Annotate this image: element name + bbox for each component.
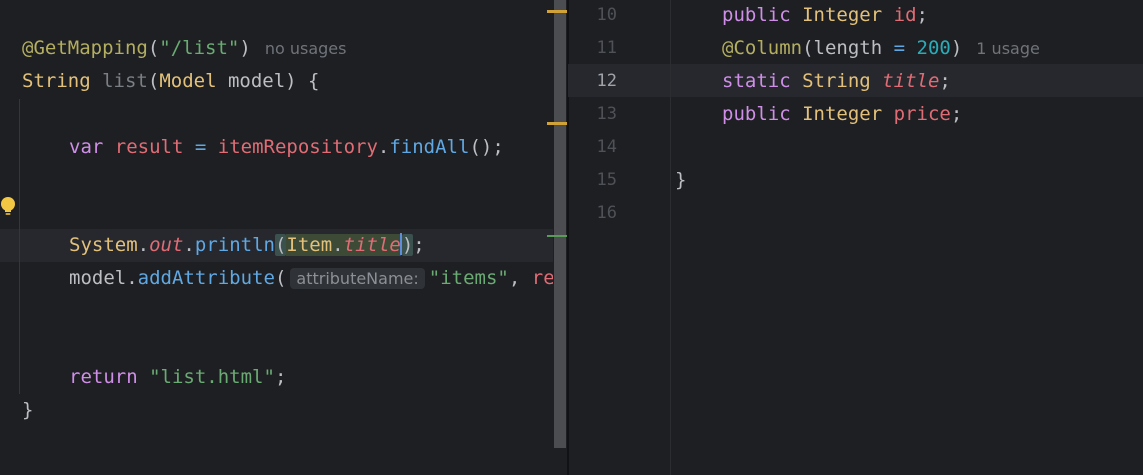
string-type: String [802,70,871,92]
price-field: price [893,103,951,125]
paren-open: ( [147,37,160,59]
paren-open: ( [274,267,287,289]
line-number: 14 [596,137,617,157]
length-param: length [813,37,883,59]
code-line-id-field[interactable]: public Integer id; [722,0,928,32]
dot: . [126,267,138,289]
param-type: Model [159,70,217,92]
method-name: list [102,70,148,92]
paren-close-matched: ) [401,234,414,256]
line-number: 13 [596,104,617,124]
code-line-add-attribute[interactable]: model.addAttribute(attributeName: "items"… [69,262,555,295]
paren-close: ) [239,37,251,59]
warning-marker[interactable] [547,122,567,125]
out-field: out [149,234,184,256]
findall-call: findAll [389,136,470,158]
item-repository-field: itemRepository [217,136,378,158]
code-line-column-annotation[interactable]: @Column(length = 200) 1 usage [722,32,1040,65]
addattribute-call: addAttribute [137,267,275,289]
static-keyword: static [722,70,791,92]
line-number: 11 [596,38,617,58]
scrollbar-thumb[interactable] [554,0,566,448]
id-field: id [893,4,917,26]
item-class: Item [286,234,333,256]
code-line-return[interactable]: return "list.html"; [69,361,286,394]
param-name: model [227,70,286,92]
annotation-getmapping: @GetMapping [22,37,148,59]
semicolon: ; [916,4,928,26]
system-class: System [69,234,138,256]
view-name-string: "list.html" [149,366,275,388]
usages-inlay-hint[interactable]: 1 usage [976,39,1040,58]
code-line-annotation[interactable]: @GetMapping("/list") no usages [22,32,346,65]
public-keyword: public [722,4,791,26]
integer-type: Integer [802,4,883,26]
code-line-price-field[interactable]: public Integer price; [722,98,962,131]
dot: . [183,234,195,256]
title-field: title [882,70,940,92]
return-keyword: return [69,366,138,388]
integer-type: Integer [802,103,883,125]
println-call: println [194,234,275,256]
signature-close: ) { [285,70,320,92]
comma: , [508,267,532,289]
editor-pane-right[interactable]: 10 11 12 13 14 15 16 public Integer id; … [568,0,1143,475]
paren-close: ) [950,37,963,59]
line-number-gutter: 10 11 12 13 14 15 16 [568,0,668,475]
parameter-name-hint: attributeName: [290,268,425,289]
dot: . [377,136,390,158]
column-annotation: @Column [722,37,803,59]
paren-open-matched: ( [274,234,287,256]
line-number: 10 [596,5,617,25]
warning-marker[interactable] [547,10,567,13]
mapping-path-string: "/list" [159,37,240,59]
code-line-method-signature[interactable]: String list(Model model) { [22,65,320,98]
code-editor: @GetMapping("/list") no usages String lis… [0,0,1143,475]
semicolon: ; [939,70,951,92]
code-line-close-brace[interactable]: } [22,394,33,427]
code-line-class-close[interactable]: } [675,164,686,197]
length-value: 200 [916,37,951,59]
line-number: 16 [596,203,617,223]
paren-open: ( [147,70,160,92]
items-string: "items" [428,267,509,289]
assign-operator: = [183,136,218,158]
dot: . [332,234,344,256]
editor-pane-left[interactable]: @GetMapping("/list") no usages String lis… [0,0,568,475]
var-keyword: var [69,136,104,158]
gutter-separator [670,0,671,475]
indent-guide [19,99,20,394]
closing-brace: } [22,399,34,421]
paren-open: ( [802,37,814,59]
line-number-current: 12 [596,71,617,91]
result-arg-truncated: re [531,267,555,289]
line-number: 15 [596,170,617,190]
closing-brace: } [675,169,687,191]
usages-inlay-hint[interactable]: no usages [265,39,347,58]
lightbulb-icon[interactable] [0,196,18,218]
dot: . [137,234,150,256]
assign-operator: = [882,37,917,59]
code-line-var-result[interactable]: var result = itemRepository.findAll(); [69,131,504,164]
title-static-field: title [343,234,401,256]
model-param: model [69,267,127,289]
change-marker[interactable] [547,235,567,237]
call-close: (); [469,136,504,158]
public-keyword: public [722,103,791,125]
return-type: String [22,70,91,92]
semicolon: ; [274,366,287,388]
code-line-title-field[interactable]: static String title; [722,65,951,98]
semicolon: ; [413,234,425,256]
result-variable: result [114,136,184,158]
code-line-println[interactable]: System.out.println(Item.title); [69,229,425,262]
semicolon: ; [950,103,963,125]
